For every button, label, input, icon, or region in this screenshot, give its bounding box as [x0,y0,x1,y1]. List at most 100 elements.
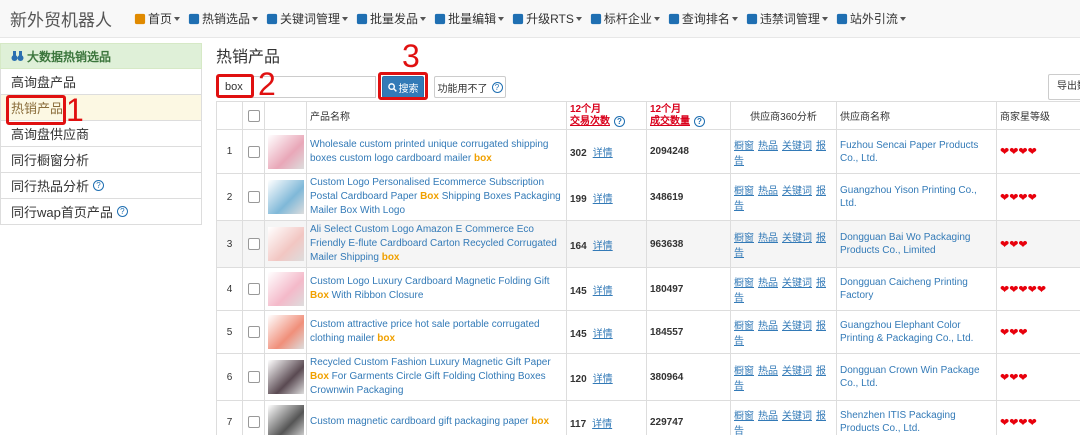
detail-link[interactable]: 详情 [593,194,613,205]
nav-item-9[interactable]: 站外引流 [836,10,906,27]
nav-item-label: 升级RTS [526,12,574,26]
row-checkbox[interactable] [247,326,260,338]
detail-link[interactable]: 详情 [592,419,612,430]
product-thumbnail[interactable] [268,405,304,435]
nav-item-8[interactable]: 违禁词管理 [746,10,828,27]
detail-link[interactable]: 详情 [593,286,613,297]
sidebar-item-0[interactable]: 高询盘产品 [0,69,202,95]
analysis-link-0[interactable]: 橱窗 [734,141,754,152]
edit-icon [356,13,368,24]
product-thumbnail[interactable] [268,272,304,306]
nav-item-2[interactable]: 关键词管理 [266,10,349,27]
supplier-name-link[interactable]: Guangzhou Yison Printing Co., Ltd. [840,184,993,210]
row-checkbox[interactable] [247,371,260,383]
detail-link[interactable]: 详情 [593,329,613,340]
analysis-link-1[interactable]: 热品 [758,366,778,377]
nav-item-4[interactable]: 批量编辑 [434,10,505,27]
analysis-link-2[interactable]: 关键词 [782,141,812,152]
star-level-cell: ❤❤❤❤❤ [996,267,1080,311]
row-checkbox[interactable] [247,283,260,295]
supplier-name-link[interactable]: Dongguan Bai Wo Packaging Products Co., … [840,231,993,257]
trade-count: 302 [570,148,587,159]
product-name-link[interactable]: Recycled Custom Fashion Luxury Magnetic … [310,356,563,398]
sidebar-item-label: 同行橱窗分析 [11,153,90,168]
row-checkbox[interactable] [247,238,260,250]
sidebar-header-label: 大数据热销选品 [27,49,112,64]
product-name-link[interactable]: Wholesale custom printed unique corrugat… [310,138,563,166]
analysis-cell: 橱窗 热品 关键词 报告 [730,310,837,354]
nav-item-5[interactable]: 升级RTS [512,10,582,27]
caret-down-icon [498,16,505,21]
row-checkbox[interactable] [247,416,260,428]
analysis-link-0[interactable]: 橱窗 [734,233,754,244]
caret-down-icon [342,16,349,21]
row-select[interactable] [242,267,265,311]
product-name-link[interactable]: Custom magnetic cardboard gift packaging… [310,415,563,429]
supplier-name-link[interactable]: Dongguan Caicheng Printing Factory [840,276,993,302]
product-thumbnail[interactable] [268,315,304,349]
trades-cell: 117 详情 [566,400,647,435]
product-thumbnail[interactable] [268,360,304,394]
nav-item-7[interactable]: 查询排名 [668,10,738,27]
detail-link[interactable]: 详情 [593,241,613,252]
row-checkbox[interactable] [247,145,260,158]
analysis-link-0[interactable]: 橱窗 [734,411,754,422]
analysis-link-2[interactable]: 关键词 [782,411,812,422]
row-select[interactable] [242,400,265,435]
analysis-link-1[interactable]: 热品 [758,278,778,289]
detail-link[interactable]: 详情 [593,148,613,159]
product-name-link[interactable]: Ali Select Custom Logo Amazon E Commerce… [310,223,563,265]
row-select[interactable] [242,129,265,174]
feature-unavailable-button[interactable]: 功能用不了 ? [434,76,506,98]
select-all-checkbox[interactable] [247,109,260,122]
supplier-name-link[interactable]: Dongguan Crown Win Package Co., Ltd. [840,364,993,390]
analysis-link-0[interactable]: 橱窗 [734,278,754,289]
nav-item-3[interactable]: 批量发品 [356,10,427,27]
home-icon [134,13,146,24]
analysis-link-2[interactable]: 关键词 [782,366,812,377]
analysis-link-1[interactable]: 热品 [758,233,778,244]
header-select-all[interactable] [242,101,265,130]
analysis-link-0[interactable]: 橱窗 [734,186,754,197]
analysis-link-2[interactable]: 关键词 [782,321,812,332]
analysis-link-1[interactable]: 热品 [758,186,778,197]
row-select[interactable] [242,220,265,268]
analysis-link-1[interactable]: 热品 [758,141,778,152]
product-thumbnail[interactable] [268,180,304,214]
quantity-cell: 348619 [646,173,731,221]
row-select[interactable] [242,310,265,354]
product-name-link[interactable]: Custom Logo Luxury Cardboard Magnetic Fo… [310,275,563,303]
supplier-name-link[interactable]: Fuzhou Sencai Paper Products Co., Ltd. [840,139,993,165]
analysis-link-2[interactable]: 关键词 [782,233,812,244]
deal-quantity: 184557 [650,326,684,338]
analysis-link-2[interactable]: 关键词 [782,278,812,289]
analysis-link-1[interactable]: 热品 [758,411,778,422]
detail-link[interactable]: 详情 [593,374,613,385]
supplier-name-link[interactable]: Guangzhou Elephant Color Printing & Pack… [840,319,993,345]
product-name-cell: Ali Select Custom Logo Amazon E Commerce… [306,220,567,268]
product-thumbnail[interactable] [268,134,304,169]
header-quantity[interactable]: 12个月 成交数量? [646,101,731,130]
analysis-link-2[interactable]: 关键词 [782,186,812,197]
row-checkbox[interactable] [247,191,260,203]
header-trades[interactable]: 12个月 交易次数? [566,101,647,130]
nav-item-0[interactable]: 首页 [134,10,181,27]
row-select[interactable] [242,353,265,401]
annotation-box-sidebar [6,95,66,125]
supplier-name-link[interactable]: Shenzhen ITIS Packaging Products Co., Lt… [840,409,993,435]
brand-logo[interactable]: 新外贸机器人 [10,6,112,31]
export-button[interactable]: 导出数据 [1048,74,1080,100]
nav-item-6[interactable]: 标杆企业 [590,10,660,27]
sidebar-item-5[interactable]: 同行wap首页产品? [0,199,202,225]
sidebar-item-3[interactable]: 同行橱窗分析 [0,147,202,173]
product-thumbnail[interactable] [268,227,304,261]
analysis-link-0[interactable]: 橱窗 [734,366,754,377]
row-index: 5 [216,310,243,354]
analysis-link-0[interactable]: 橱窗 [734,321,754,332]
sidebar-item-4[interactable]: 同行热品分析? [0,173,202,199]
product-name-link[interactable]: Custom Logo Personalised Ecommerce Subsc… [310,176,563,218]
product-name-link[interactable]: Custom attractive price hot sale portabl… [310,318,563,346]
analysis-link-1[interactable]: 热品 [758,321,778,332]
row-select[interactable] [242,173,265,221]
nav-item-1[interactable]: 热销选品 [188,10,259,27]
